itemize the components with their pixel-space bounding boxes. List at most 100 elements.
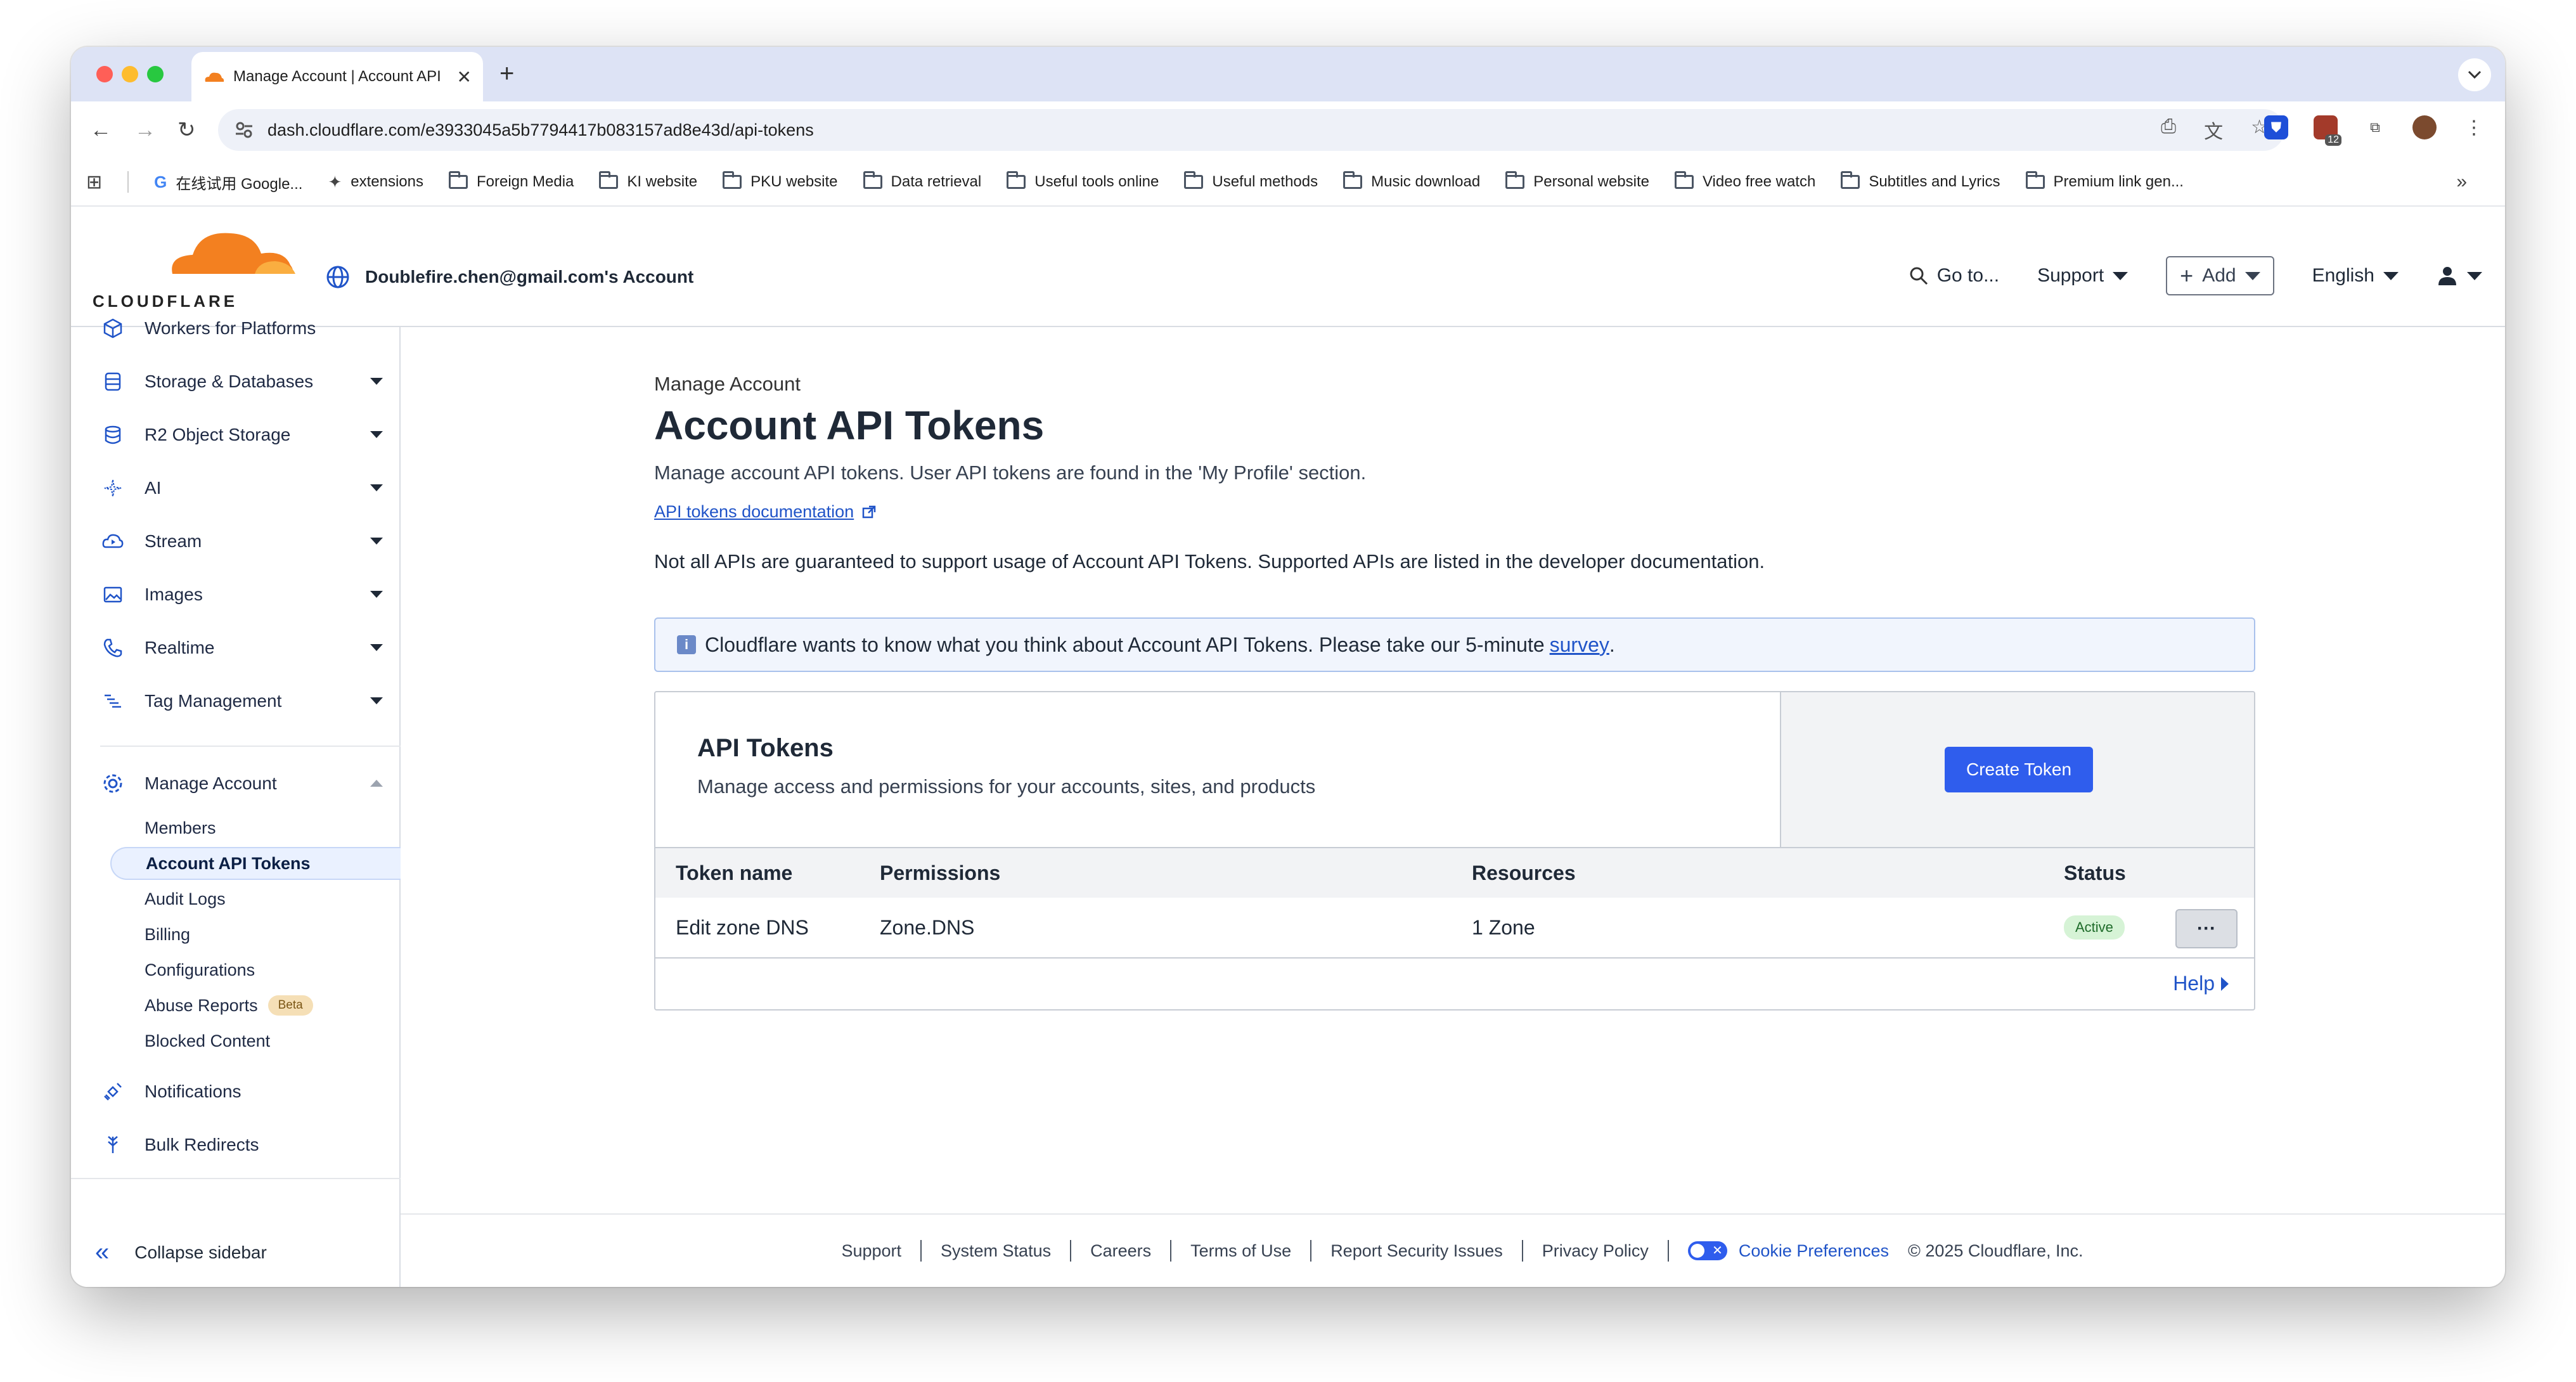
- create-token-button[interactable]: Create Token: [1944, 747, 2094, 792]
- sidebar-subitem-configurations[interactable]: Configurations: [110, 953, 401, 986]
- cookie-preferences-link[interactable]: Cookie Preferences: [1669, 1241, 1908, 1261]
- sidebar-subitem-billing[interactable]: Billing: [110, 918, 401, 951]
- privacy-toggle-icon: [1687, 1241, 1727, 1260]
- cloudflare-favicon-icon: [205, 72, 224, 82]
- tag-list-icon: [100, 688, 126, 714]
- puzzle-icon[interactable]: ⧉: [2363, 115, 2387, 139]
- caret-down-icon: [2467, 271, 2482, 280]
- bookmark-label: Useful tools online: [1034, 173, 1159, 190]
- bookmark-item[interactable]: Video free watch: [1674, 171, 1815, 193]
- footer-link-privacy-policy[interactable]: Privacy Policy: [1523, 1240, 1669, 1262]
- survey-link[interactable]: survey: [1550, 633, 1609, 657]
- bookmark-item[interactable]: Data retrieval: [863, 171, 981, 193]
- bookmark-item[interactable]: Premium link gen...: [2025, 171, 2184, 193]
- column-header-status[interactable]: Status: [2064, 848, 2126, 898]
- sidebar-item-tag-management[interactable]: Tag Management: [71, 682, 401, 720]
- bookmark-item[interactable]: Subtitles and Lyrics: [1841, 171, 2000, 193]
- account-switcher[interactable]: Doublefire.chen@gmail.com's Account: [326, 265, 693, 289]
- sidebar-item-r2-object-storage[interactable]: R2 Object Storage: [71, 416, 401, 454]
- sidebar-subitem-label: Members: [145, 818, 216, 837]
- caret-down-icon: [2113, 271, 2128, 280]
- browser-tab-active[interactable]: Manage Account | Account API Tokens ✕: [191, 52, 483, 101]
- sidebar-item-label: Stream: [145, 531, 202, 551]
- translate-icon[interactable]: 文: [2204, 116, 2223, 144]
- collapse-sidebar-button[interactable]: « Collapse sidebar: [95, 1238, 267, 1267]
- maximize-window-button[interactable]: [147, 66, 164, 82]
- sidebar-item-manage-account[interactable]: Manage Account: [71, 765, 401, 803]
- apps-grid-icon[interactable]: ⊞: [86, 171, 102, 193]
- plus-icon: +: [2180, 262, 2194, 288]
- sidebar-item-bulk-redirects[interactable]: Bulk Redirects: [71, 1126, 401, 1164]
- column-header-permissions[interactable]: Permissions: [880, 848, 1000, 898]
- sidebar-item-stream[interactable]: Stream: [71, 522, 401, 560]
- forward-button[interactable]: →: [134, 114, 156, 146]
- caret-down-icon: [370, 378, 383, 385]
- sidebar-subitem-members[interactable]: Members: [110, 811, 401, 844]
- sidebar-item-images[interactable]: Images: [71, 576, 401, 614]
- bookmark-item[interactable]: G 在线试用 Google...: [154, 171, 302, 193]
- sidebar-subitem-abuse-reports[interactable]: Abuse Reports Beta: [110, 989, 401, 1022]
- address-bar[interactable]: dash.cloudflare.com/e3933045a5b7794417b0…: [218, 109, 2284, 151]
- user-menu-button[interactable]: [2437, 265, 2482, 287]
- install-app-icon[interactable]: ⎙: [2161, 116, 2176, 144]
- sidebar-item-workers-for-platforms[interactable]: Workers for Platforms: [71, 309, 401, 347]
- phone-icon: [100, 635, 126, 661]
- folder-icon: [599, 171, 619, 189]
- language-selector[interactable]: English: [2312, 265, 2399, 287]
- bookmark-item[interactable]: Useful methods: [1184, 171, 1318, 193]
- gear-icon: [100, 771, 126, 796]
- bitwarden-extension-icon[interactable]: ⛊: [2264, 115, 2288, 139]
- sidebar-item-ai[interactable]: AI: [71, 469, 401, 507]
- bookmarks-bar: ⊞ G 在线试用 Google... ✦ extensions Foreign Medi…: [71, 158, 2505, 207]
- help-link[interactable]: Help: [2173, 972, 2229, 995]
- avatar[interactable]: [2412, 115, 2437, 139]
- column-header-resources[interactable]: Resources: [1472, 848, 1576, 898]
- token-actions-button[interactable]: ···: [2175, 909, 2238, 948]
- sidebar-item-label: AI: [145, 478, 162, 498]
- bookmark-item[interactable]: ✦ extensions: [328, 171, 423, 193]
- api-docs-link[interactable]: API tokens documentation: [654, 502, 877, 522]
- bookmark-item[interactable]: PKU website: [723, 171, 838, 193]
- google-icon: G: [154, 172, 167, 191]
- footer-link-terms-of-use[interactable]: Terms of Use: [1171, 1240, 1312, 1262]
- close-window-button[interactable]: [96, 66, 113, 82]
- sidebar-subitem-audit-logs[interactable]: Audit Logs: [110, 882, 401, 915]
- minimize-window-button[interactable]: [122, 66, 138, 82]
- tab-close-icon[interactable]: ✕: [457, 67, 472, 87]
- footer-link-report-security-issues[interactable]: Report Security Issues: [1311, 1240, 1523, 1262]
- site-settings-icon: [236, 122, 252, 138]
- banner-end: .: [1609, 633, 1615, 656]
- bookmark-item[interactable]: Personal website: [1505, 171, 1649, 193]
- bookmark-item[interactable]: Music download: [1343, 171, 1480, 193]
- sidebar-subitem-account-api-tokens[interactable]: Account API Tokens: [110, 847, 401, 880]
- bookmark-label: Personal website: [1533, 173, 1649, 190]
- extension-badge-icon[interactable]: 12: [2314, 115, 2341, 146]
- cloudflare-logo-icon[interactable]: [160, 226, 302, 276]
- sidebar-item-storage-databases[interactable]: Storage & Databases: [71, 363, 401, 401]
- sidebar-subitem-blocked-content[interactable]: Blocked Content: [110, 1024, 401, 1057]
- column-header-token-name[interactable]: Token name: [676, 848, 792, 898]
- goto-search-button[interactable]: Go to...: [1909, 265, 1999, 287]
- footer-link-support[interactable]: Support: [822, 1240, 922, 1262]
- token-resources-cell: 1 Zone: [1472, 915, 1535, 939]
- sidebar-divider: [100, 746, 401, 747]
- bookmark-item[interactable]: KI website: [599, 171, 697, 193]
- cloud-play-icon: [100, 529, 126, 554]
- sidebar-item-realtime[interactable]: Realtime: [71, 629, 401, 667]
- footer-link-system-status[interactable]: System Status: [922, 1240, 1072, 1262]
- caret-down-icon: [370, 538, 383, 545]
- more-bookmarks-icon[interactable]: »: [2456, 171, 2467, 193]
- tab-strip: Manage Account | Account API Tokens ✕ +: [71, 47, 2505, 101]
- external-link-icon: [862, 505, 876, 518]
- bookmark-item[interactable]: Useful tools online: [1007, 171, 1159, 193]
- new-tab-button[interactable]: +: [499, 61, 514, 86]
- add-button[interactable]: + Add: [2166, 256, 2274, 295]
- reload-button[interactable]: ↻: [177, 114, 196, 146]
- support-menu-button[interactable]: Support: [2037, 265, 2128, 287]
- bookmark-item[interactable]: Foreign Media: [448, 171, 574, 193]
- kebab-menu-icon[interactable]: ⋮: [2462, 115, 2486, 139]
- footer-link-careers[interactable]: Careers: [1071, 1240, 1172, 1262]
- sidebar-item-notifications[interactable]: Notifications: [71, 1073, 401, 1111]
- tab-search-button[interactable]: [2458, 58, 2491, 91]
- back-button[interactable]: ←: [90, 114, 112, 146]
